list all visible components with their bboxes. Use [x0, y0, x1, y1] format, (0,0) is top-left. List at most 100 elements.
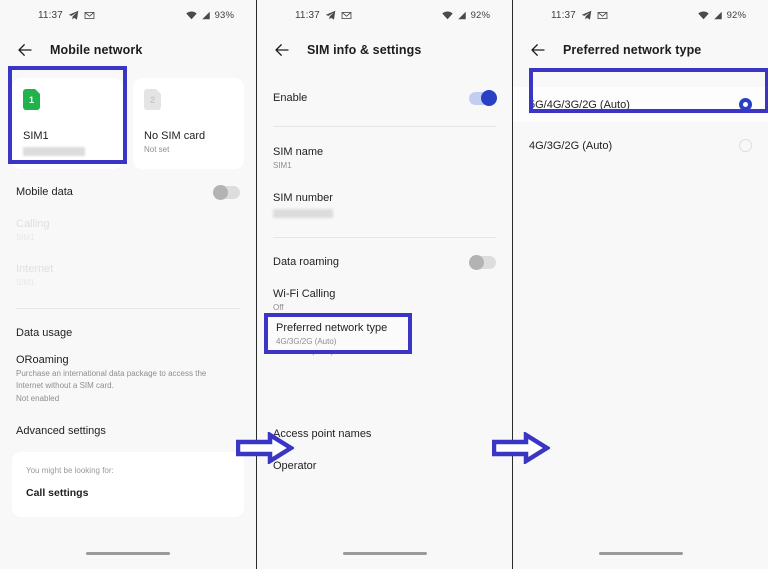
mail-icon — [597, 10, 608, 21]
status-bar-left: 11:37 — [295, 10, 352, 21]
section-divider — [273, 237, 496, 238]
app-bar: SIM info & settings — [257, 30, 512, 70]
row-label: Operator — [273, 460, 317, 472]
status-bar-left: 11:37 — [551, 10, 608, 21]
row-label: Enable — [273, 92, 308, 104]
status-bar: 11:37 93% — [0, 0, 256, 30]
back-arrow-icon[interactable] — [529, 41, 547, 59]
suggestion-card-item-call-settings[interactable]: Call settings — [26, 487, 230, 499]
sim-number-masked — [23, 147, 85, 156]
sim-card-list: 1 SIM1 2 No SIM card Not set — [0, 70, 256, 173]
sim-slot-badge-icon: 2 — [144, 89, 161, 110]
status-bar-clock: 11:37 — [38, 9, 63, 21]
row-subtitle: SIM1 — [16, 278, 35, 287]
app-bar: Preferred network type — [513, 30, 768, 70]
telegram-icon — [325, 10, 336, 21]
row-label: Calling — [16, 218, 50, 230]
row-label: Mobile data — [16, 186, 73, 198]
mail-icon — [84, 10, 95, 21]
gesture-bar[interactable] — [342, 552, 427, 555]
back-arrow-icon[interactable] — [16, 41, 34, 59]
status-bar-right: 93% — [186, 10, 234, 21]
row-mobile-data[interactable]: Mobile data — [0, 173, 256, 208]
gesture-bar[interactable] — [598, 552, 683, 555]
row-subtitle: Off — [273, 303, 284, 312]
battery-percent: 92% — [470, 9, 490, 21]
signal-icon — [457, 11, 467, 20]
section-divider — [16, 308, 240, 309]
wifi-icon — [186, 11, 197, 20]
page-title: Preferred network type — [563, 43, 702, 57]
row-subtitle-secondary: Not enabled — [16, 394, 60, 403]
row-label: Data roaming — [273, 256, 340, 268]
telegram-icon — [581, 10, 592, 21]
row-subtitle: Purchase an international data package t… — [16, 369, 207, 390]
status-bar-right: 92% — [698, 10, 746, 21]
sim-slot-badge-icon: 1 — [23, 89, 40, 110]
option-label: 5G/4G/3G/2G (Auto) — [529, 98, 630, 111]
row-label: SIM number — [273, 192, 333, 204]
status-bar-right: 92% — [442, 10, 490, 21]
sim-card-2[interactable]: 2 No SIM card Not set — [133, 78, 244, 169]
row-operator[interactable]: Operator — [257, 450, 512, 482]
back-arrow-icon[interactable] — [273, 41, 291, 59]
telegram-icon — [68, 10, 79, 21]
data-roaming-toggle[interactable] — [469, 254, 496, 270]
status-bar-left: 11:37 — [38, 10, 95, 21]
option-5g-4g-3g-2g-auto[interactable]: 5G/4G/3G/2G (Auto) — [513, 87, 768, 122]
row-oroaming[interactable]: ORoaming Purchase an international data … — [0, 349, 256, 414]
page-title: Mobile network — [50, 43, 143, 57]
phone-screen-sim-info-settings: 11:37 92% SIM info & settings Enable SIM… — [256, 0, 512, 569]
app-bar: Mobile network — [0, 30, 256, 70]
status-bar-clock: 11:37 — [551, 9, 576, 21]
row-access-point-names[interactable]: Access point names — [257, 411, 512, 450]
sim-card-status: Not set — [144, 145, 170, 154]
row-label: ORoaming — [16, 354, 69, 366]
enable-toggle[interactable] — [469, 89, 497, 106]
battery-percent: 92% — [726, 9, 746, 21]
row-advanced-settings[interactable]: Advanced settings — [0, 414, 256, 447]
row-label: Advanced settings — [16, 425, 106, 437]
row-label: Internet — [16, 263, 54, 275]
battery-percent: 93% — [214, 9, 234, 21]
row-calling: Calling SIM1 — [0, 208, 256, 253]
mobile-data-toggle[interactable] — [213, 184, 240, 200]
option-4g-3g-2g-auto[interactable]: 4G/3G/2G (Auto) — [513, 128, 768, 163]
row-subtitle: SIM1 — [16, 233, 35, 242]
section-divider — [273, 126, 496, 127]
option-label: 4G/3G/2G (Auto) — [529, 139, 613, 152]
radio-button-unselected-icon[interactable] — [739, 139, 752, 152]
row-label: Preferred network type — [276, 322, 388, 334]
signal-icon — [713, 11, 723, 20]
sim-card-name: SIM1 — [23, 130, 49, 142]
row-sim-number[interactable]: SIM number — [257, 181, 512, 227]
suggestion-card-header: You might be looking for: — [26, 466, 114, 475]
signal-icon — [201, 11, 211, 20]
status-bar: 11:37 92% — [513, 0, 768, 30]
sim-card-1[interactable]: 1 SIM1 — [12, 78, 123, 169]
wifi-icon — [698, 11, 709, 20]
mail-icon — [341, 10, 352, 21]
row-internet: Internet SIM1 — [0, 253, 256, 298]
radio-button-selected-icon[interactable] — [739, 98, 752, 111]
row-subtitle: 4G/3G/2G (Auto) — [276, 337, 337, 346]
row-data-usage[interactable]: Data usage — [0, 315, 256, 349]
gesture-bar[interactable] — [86, 552, 170, 555]
status-bar-clock: 11:37 — [295, 9, 320, 21]
phone-screen-preferred-network-type: 11:37 92% Preferred network type 5G/4G/3… — [512, 0, 768, 569]
phone-screen-mobile-network: 11:37 93% Mobile network 1 SIM1 2 No SIM… — [0, 0, 256, 569]
page-title: SIM info & settings — [307, 43, 422, 57]
row-label: SIM name — [273, 146, 324, 158]
row-data-roaming[interactable]: Data roaming — [257, 244, 512, 278]
row-label: Access point names — [273, 428, 372, 440]
highlight-box-preferred-network-type-content[interactable]: Preferred network type 4G/3G/2G (Auto) — [268, 317, 408, 350]
screenshot-sequence: 11:37 93% Mobile network 1 SIM1 2 No SIM… — [0, 0, 768, 569]
row-enable[interactable]: Enable — [257, 70, 512, 114]
row-label: Data usage — [16, 327, 73, 339]
row-sim-name[interactable]: SIM name SIM1 — [257, 133, 512, 181]
sim-card-name: No SIM card — [144, 130, 206, 142]
suggestion-card[interactable]: You might be looking for: Call settings — [12, 452, 244, 517]
status-bar: 11:37 92% — [257, 0, 512, 30]
wifi-icon — [442, 11, 453, 20]
row-subtitle: SIM1 — [273, 161, 292, 170]
